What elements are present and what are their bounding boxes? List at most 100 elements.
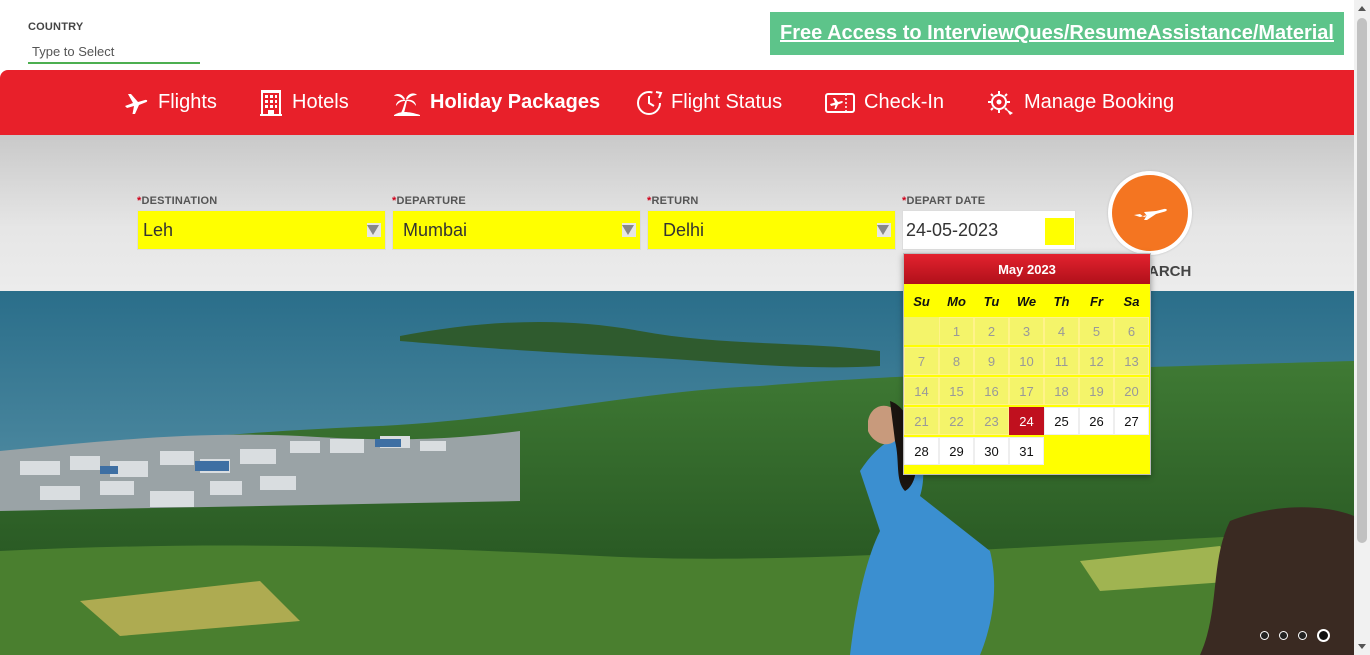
calendar-month-title: May 2023 <box>904 254 1150 284</box>
weekday-header: Tu <box>983 293 1000 309</box>
calendar-day[interactable]: 31 <box>1009 437 1044 465</box>
hotel-icon <box>260 89 282 116</box>
top-bar: COUNTRY Free Access to InterviewQues/Res… <box>0 0 1354 70</box>
nav-flight-status[interactable]: Flight Status <box>635 70 782 135</box>
calendar-day-disabled: 14 <box>904 377 939 405</box>
airplane-icon <box>1134 208 1167 220</box>
nav-flights[interactable]: Flights <box>122 70 217 135</box>
nav-check-in[interactable]: Check-In <box>824 70 944 135</box>
promo-banner: Free Access to InterviewQues/ResumeAssis… <box>770 12 1344 55</box>
calendar-day-disabled: 21 <box>904 407 939 435</box>
weekday-header: Fr <box>1090 293 1103 309</box>
search-button-inner <box>1112 175 1188 251</box>
scroll-up-icon[interactable] <box>1358 6 1366 11</box>
calendar-day[interactable]: 25 <box>1044 407 1079 435</box>
destination-value: Leh <box>143 219 174 240</box>
main-nav: Flights Hotels Holiday Packages Flight S… <box>0 70 1354 135</box>
chevron-down-icon <box>367 225 379 235</box>
calendar-day-disabled: 12 <box>1079 347 1114 375</box>
weekday-header: Sa <box>1123 293 1140 309</box>
calendar-day[interactable]: 30 <box>974 437 1009 465</box>
calendar-day[interactable]: 29 <box>939 437 974 465</box>
calendar-week-row: 21 22 23 24 25 26 27 <box>904 406 1150 436</box>
nav-hotels-label: Hotels <box>292 91 349 113</box>
nav-hotels[interactable]: Hotels <box>258 70 349 135</box>
nav-holiday-packages[interactable]: Holiday Packages <box>392 70 600 135</box>
calendar-day-disabled: 22 <box>939 407 974 435</box>
calendar-week-row: 123456 <box>904 316 1150 346</box>
calendar-day-disabled: 16 <box>974 377 1009 405</box>
flight-status-icon <box>637 90 663 115</box>
destination-label: *DESTINATION <box>137 195 218 207</box>
nav-checkin-label: Check-In <box>864 91 945 113</box>
calendar-day-selected[interactable]: 24 <box>1009 407 1044 435</box>
calendar-week-row: 7 8 9 10 11 12 13 <box>904 346 1150 376</box>
return-label: *RETURN <box>647 195 699 207</box>
weekday-header: Th <box>1053 293 1070 309</box>
destination-select[interactable]: Leh <box>137 210 386 250</box>
slider-dot-active[interactable] <box>1317 629 1330 642</box>
calendar-day-disabled: 13 <box>1114 347 1149 375</box>
return-value: Delhi <box>663 219 705 240</box>
calendar-day-disabled: 19 <box>1079 377 1114 405</box>
scrollbar-thumb[interactable] <box>1357 18 1367 543</box>
calendar-day-disabled: 15 <box>939 377 974 405</box>
calendar-day-disabled: 11 <box>1044 347 1079 375</box>
calendar-day-disabled: 10 <box>1009 347 1044 375</box>
weekday-header: We <box>1016 293 1037 309</box>
calendar-day-disabled: 23 <box>974 407 1009 435</box>
boarding-pass-icon <box>825 92 855 113</box>
calendar-day-disabled: 8 <box>939 347 974 375</box>
nav-status-label: Flight Status <box>671 91 783 113</box>
calendar-day-disabled: 4 <box>1044 317 1079 345</box>
search-label: ARCH <box>1148 263 1192 280</box>
nav-flights-label: Flights <box>158 91 217 113</box>
nav-manage-label: Manage Booking <box>1024 91 1175 113</box>
calendar-empty-cell <box>1044 437 1079 465</box>
calendar-trigger-button[interactable] <box>1045 218 1074 245</box>
calendar-day-disabled: 3 <box>1009 317 1044 345</box>
weekday-header: Su <box>913 293 930 309</box>
manage-booking-icon <box>988 90 1013 115</box>
nav-holiday-label: Holiday Packages <box>430 91 601 113</box>
calendar-empty-cell <box>904 317 939 345</box>
calendar-day-disabled: 7 <box>904 347 939 375</box>
departure-value: Mumbai <box>403 219 468 240</box>
country-input[interactable] <box>28 40 200 64</box>
calendar-day[interactable]: 27 <box>1114 407 1149 435</box>
calendar-grid: Su Mo Tu We Th Fr Sa 1 2 3 4 5 6 7 8 9 10 11 12 13 14 15 16 17 1… <box>904 286 1150 466</box>
calendar-day[interactable]: 26 <box>1079 407 1114 435</box>
calendar-day-disabled: 2 <box>974 317 1009 345</box>
calendar-day-disabled: 6 <box>1114 317 1149 345</box>
search-button[interactable] <box>1108 171 1192 255</box>
slider-dot[interactable] <box>1298 631 1307 640</box>
calendar-day-disabled: 9 <box>974 347 1009 375</box>
return-select[interactable]: Delhi <box>647 210 896 250</box>
calendar-day[interactable]: 28 <box>904 437 939 465</box>
chevron-down-icon <box>877 225 889 235</box>
page-scrollbar[interactable] <box>1354 0 1370 655</box>
chevron-down-icon <box>622 225 634 235</box>
palm-tree-icon <box>394 92 420 116</box>
depart-date-value: 24-05-2023 <box>906 219 999 240</box>
promo-link[interactable]: Free Access to InterviewQues/ResumeAssis… <box>780 22 1334 45</box>
calendar-day-disabled: 17 <box>1009 377 1044 405</box>
departure-select[interactable]: Mumbai <box>392 210 641 250</box>
depart-date-label: *DEPART DATE <box>902 195 986 207</box>
scroll-down-icon[interactable] <box>1358 644 1366 649</box>
datepicker-calendar: May 2023 Su Mo Tu We Th Fr Sa 1 2 3 4 5 6 7 8 9 10 11 12 13… <box>903 253 1151 475</box>
airplane-icon <box>125 93 148 114</box>
slider-dot[interactable] <box>1279 631 1288 640</box>
weekday-header: Mo <box>947 293 966 309</box>
calendar-day-disabled: 18 <box>1044 377 1079 405</box>
calendar-day-disabled: 5 <box>1079 317 1114 345</box>
calendar-weekday-row: Su Mo Tu We Th Fr Sa <box>904 286 1150 316</box>
departure-label: *DEPARTURE <box>392 195 466 207</box>
calendar-day-disabled: 1 <box>939 317 974 345</box>
calendar-day-disabled: 20 <box>1114 377 1149 405</box>
slider-dot[interactable] <box>1260 631 1269 640</box>
nav-manage-booking[interactable]: Manage Booking <box>986 70 1174 135</box>
calendar-week-row: 28 29 30 31 <box>904 436 1150 466</box>
calendar-empty-cell <box>1114 437 1149 465</box>
calendar-empty-cell <box>1079 437 1114 465</box>
